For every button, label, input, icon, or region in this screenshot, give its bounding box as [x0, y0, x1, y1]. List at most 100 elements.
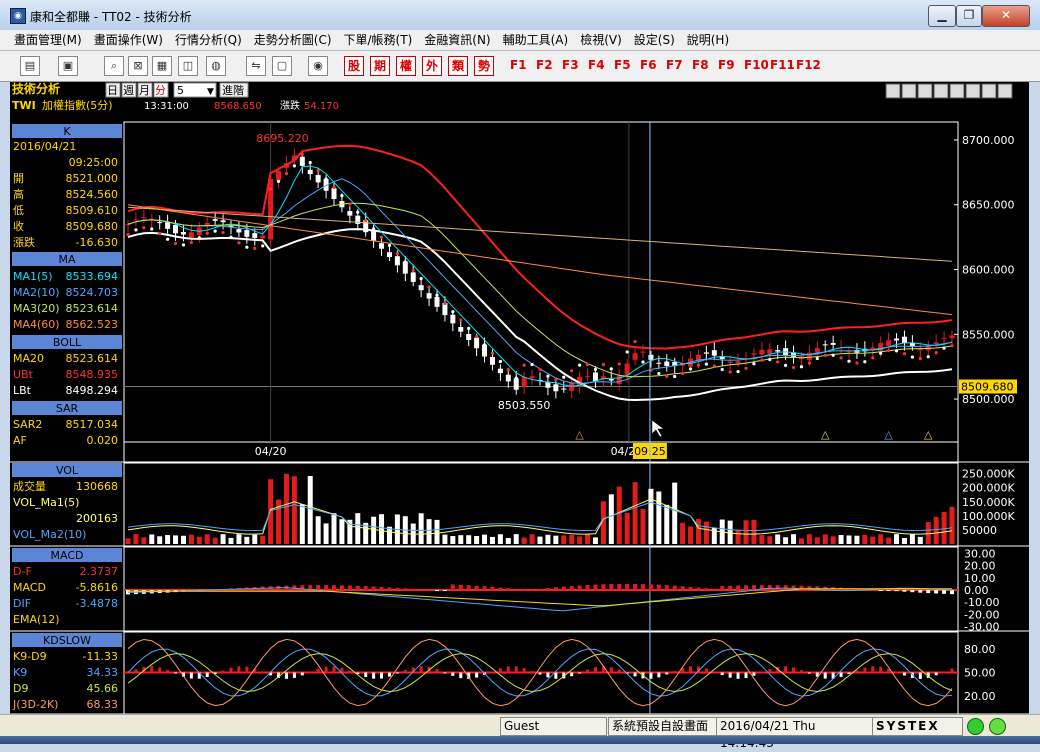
- macd-histogram-bar: [379, 586, 384, 590]
- minimize-icon[interactable]: ▁: [928, 5, 956, 27]
- sar-dot: [815, 356, 819, 361]
- macd-histogram-bar: [324, 585, 329, 590]
- fkey-f5[interactable]: F5: [614, 58, 631, 72]
- macd-histogram-bar: [435, 590, 439, 591]
- macd-histogram-bar: [522, 589, 527, 591]
- fkey-f11[interactable]: F11: [770, 58, 795, 72]
- fkey-f3[interactable]: F3: [562, 58, 579, 72]
- chat-icon[interactable]: [949, 83, 965, 99]
- quick-button-4[interactable]: 類: [448, 56, 468, 76]
- volume-bar: [814, 537, 820, 544]
- kd-histogram-bar: [372, 672, 376, 679]
- fkey-f8[interactable]: F8: [692, 58, 709, 72]
- record-icon[interactable]: ◍: [206, 56, 226, 76]
- menu-item-0[interactable]: 畫面管理(M): [0, 30, 88, 50]
- macd-tick-3: 0.00: [964, 584, 989, 597]
- menu-item-7[interactable]: 檢視(V): [574, 30, 628, 50]
- candle-body: [759, 349, 765, 355]
- quick-button-3[interactable]: 外: [422, 56, 442, 76]
- save-icon[interactable]: [965, 83, 981, 99]
- monitor-icon[interactable]: ▣: [58, 56, 78, 76]
- kd-histogram-bar: [395, 672, 399, 674]
- volume-bar: [854, 535, 860, 544]
- menu-item-3[interactable]: 走勢分析圖(C): [248, 30, 338, 50]
- volume-bar: [466, 535, 472, 544]
- menu-item-5[interactable]: 金融資訊(N): [418, 30, 496, 50]
- candle-body: [767, 349, 773, 354]
- macd-histogram-bar: [419, 589, 424, 591]
- volume-bar: [759, 535, 765, 544]
- volume-bar: [743, 520, 749, 544]
- sar-dot: [173, 242, 178, 246]
- candle-body: [410, 272, 416, 282]
- macd-row-1-label: MACD: [13, 581, 46, 594]
- plus-icon[interactable]: [901, 83, 917, 99]
- signal-triangle-icon: △: [821, 428, 830, 441]
- logo-icon[interactable]: ◉: [308, 56, 328, 76]
- kd-row-0-label: K9-D9: [13, 650, 47, 663]
- macd-histogram-bar: [918, 590, 923, 593]
- menu-item-2[interactable]: 行情分析(Q): [169, 30, 248, 50]
- kd-histogram-bar: [150, 666, 154, 673]
- volume-bar: [672, 482, 678, 544]
- technical-chart[interactable]: 技術分析 日週月分 5 ▼ 進階 TWI 加權指數(5分) 13:31:00 8568.650 漲…: [10, 81, 1029, 715]
- close-icon[interactable]: ✕: [982, 5, 1030, 27]
- volume-bar: [941, 511, 947, 544]
- fkey-f2[interactable]: F2: [536, 58, 553, 72]
- volume-bar: [529, 534, 535, 544]
- kd-histogram-bar: [665, 672, 669, 675]
- macd-tick-0: 30.00: [964, 547, 996, 560]
- low-label: 8503.550: [498, 399, 551, 412]
- volume-bar: [838, 534, 844, 544]
- quick-button-1[interactable]: 期: [370, 56, 390, 76]
- kd-tick-0: 80.00: [964, 643, 996, 656]
- menu-item-8[interactable]: 設定(S): [628, 30, 681, 50]
- candle-body: [379, 243, 385, 249]
- print-icon[interactable]: [981, 83, 997, 99]
- interval-value: 5: [177, 84, 184, 97]
- restore-icon[interactable]: ❐: [956, 5, 982, 27]
- close-box-icon[interactable]: ⊠: [128, 56, 148, 76]
- layout-icon[interactable]: ▤: [20, 56, 40, 76]
- status-layout[interactable]: 系統預設自設畫面: [608, 717, 717, 736]
- zoom-out-icon[interactable]: [933, 83, 949, 99]
- sar-dot: [142, 226, 146, 230]
- zoom-in-icon[interactable]: [917, 83, 933, 99]
- settings-icon[interactable]: [997, 83, 1013, 99]
- fkey-f6[interactable]: F6: [640, 58, 657, 72]
- kd-histogram-bar: [728, 672, 732, 678]
- menu-item-1[interactable]: 畫面操作(W): [88, 30, 169, 50]
- volume-bar: [371, 516, 377, 544]
- minus-icon[interactable]: [885, 83, 901, 99]
- split-icon[interactable]: ◫: [178, 56, 198, 76]
- kd-histogram-bar: [261, 672, 265, 674]
- macd-histogram-bar: [751, 585, 756, 590]
- screen-icon[interactable]: ▦: [152, 56, 172, 76]
- link-icon[interactable]: ⇋: [246, 56, 266, 76]
- search-icon[interactable]: ⌕: [104, 56, 124, 76]
- candle-body: [640, 351, 646, 353]
- macd-histogram-bar: [601, 584, 606, 590]
- window-icon[interactable]: ▢: [272, 56, 292, 76]
- candle-body: [426, 293, 432, 299]
- menu-item-6[interactable]: 輔助工具(A): [497, 30, 575, 50]
- candle-body: [949, 335, 955, 339]
- quick-button-2[interactable]: 權: [396, 56, 416, 76]
- quick-button-0[interactable]: 股: [344, 56, 364, 76]
- sar-dot: [863, 360, 867, 364]
- fkey-f7[interactable]: F7: [666, 58, 683, 72]
- fkey-f12[interactable]: F12: [796, 58, 821, 72]
- volume-bar: [434, 519, 440, 544]
- fkey-f10[interactable]: F10: [744, 58, 769, 72]
- fkey-f9[interactable]: F9: [718, 58, 735, 72]
- sar-dot: [601, 363, 605, 367]
- quick-button-5[interactable]: 勢: [474, 56, 494, 76]
- volume-bar: [291, 476, 297, 544]
- volume-bar: [489, 536, 495, 544]
- sar-dot: [633, 339, 637, 344]
- fkey-f4[interactable]: F4: [588, 58, 605, 72]
- menu-item-4[interactable]: 下單/帳務(T): [338, 30, 419, 50]
- volume-bar: [482, 534, 488, 544]
- fkey-f1[interactable]: F1: [510, 58, 527, 72]
- menu-item-9[interactable]: 說明(H): [681, 30, 735, 50]
